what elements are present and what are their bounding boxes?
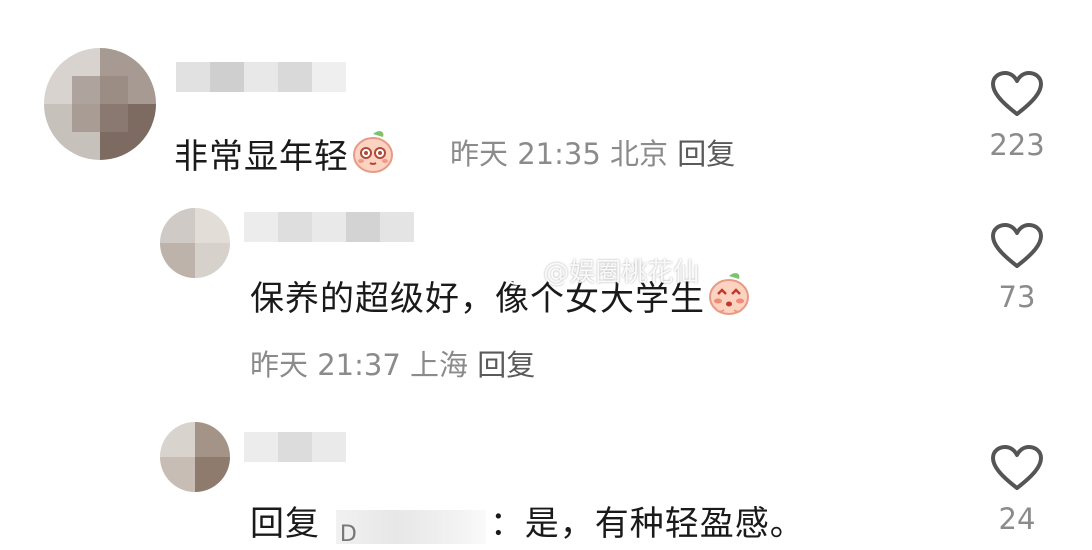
comment-location: 北京 xyxy=(610,137,669,171)
like-count: 73 xyxy=(998,280,1036,314)
peach-blush-emoji-icon xyxy=(705,270,753,327)
comment-text: 回复 D ：是，有种轻盈感。 xyxy=(250,496,805,547)
reply-prefix: 回复 xyxy=(250,504,320,544)
avatar[interactable] xyxy=(44,48,156,160)
like-button[interactable]: 24 xyxy=(977,444,1057,536)
username-blurred[interactable] xyxy=(176,62,346,92)
username-blurred[interactable] xyxy=(244,212,414,242)
avatar[interactable] xyxy=(160,208,230,278)
comment-time: 昨天 21:37 xyxy=(250,348,401,382)
comment-time: 昨天 21:35 xyxy=(450,137,601,171)
watermark: @娱圈桃花仙 xyxy=(505,252,699,289)
avatar[interactable] xyxy=(160,422,230,492)
comment-text: 非常显年轻 xyxy=(174,128,397,185)
weibo-logo-icon xyxy=(505,263,534,285)
like-count: 24 xyxy=(998,502,1036,536)
like-button[interactable]: 223 xyxy=(977,70,1057,162)
reply-button[interactable]: 回复 xyxy=(677,137,735,171)
comment-location: 上海 xyxy=(410,348,469,382)
comment-text-content: ：是，有种轻盈感。 xyxy=(489,504,805,544)
heart-outline-icon[interactable] xyxy=(990,444,1044,492)
like-button[interactable]: 73 xyxy=(977,222,1057,314)
comment-meta: 昨天 21:35 北京 回复 xyxy=(450,131,735,173)
heart-outline-icon[interactable] xyxy=(990,70,1044,118)
mention-initial: D xyxy=(339,522,358,547)
comment-text-content: 非常显年轻 xyxy=(174,137,349,177)
heart-outline-icon[interactable] xyxy=(990,222,1044,270)
reply-button[interactable]: 回复 xyxy=(477,348,535,382)
peach-shy-emoji-icon xyxy=(349,128,397,185)
comment-meta: 昨天 21:37 上海 回复 xyxy=(250,342,535,384)
username-blurred[interactable] xyxy=(244,432,346,462)
watermark-text: @娱圈桃花仙 xyxy=(543,258,700,288)
like-count: 223 xyxy=(989,128,1045,162)
